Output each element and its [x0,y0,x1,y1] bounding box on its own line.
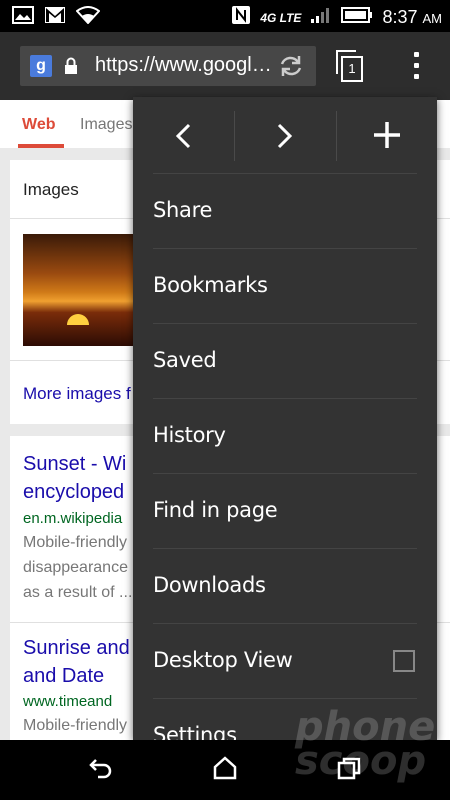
status-right: 4G LTE 8:37 AM [231,5,442,30]
gmail-icon [44,6,66,29]
status-bar: 4G LTE 8:37 AM [0,0,450,32]
back-icon[interactable] [88,756,114,785]
overflow-dot-1 [414,52,419,57]
clock-ampm: AM [422,11,443,26]
overflow-dot-2 [414,63,419,68]
tab-web-indicator [18,144,64,148]
more-images-link[interactable]: More images f [23,384,131,404]
checkbox-icon[interactable] [393,650,415,672]
network-type: 4G LTE [260,10,302,25]
result-title[interactable]: Sunset - Wi encycloped [23,450,126,506]
nfc-icon [231,5,251,30]
menu-item-label: History [153,423,226,447]
tab-count: 1 [341,56,363,82]
forward-arrow-icon [275,123,295,154]
menu-item-label: Desktop View [153,648,293,672]
browser-toolbar: g https://www.googl… 1 [0,32,450,100]
result-snippet: Mobile-friendly [23,713,127,738]
result-snippet-line: Mobile-friendly [23,534,128,551]
tabs-icon[interactable]: 1 [336,50,364,82]
result-title[interactable]: Sunrise and and Date [23,634,130,690]
omnibox[interactable]: g https://www.googl… [20,46,316,86]
new-tab-icon [373,121,401,154]
tab-images[interactable]: Images [80,116,132,134]
menu-item-label: Share [153,198,213,222]
result-title-line: Sunrise and [23,637,130,659]
new-tab-button[interactable] [337,97,437,173]
sunset-thumbnail[interactable] [23,234,135,346]
menu-item-find-in-page[interactable]: Find in page [153,473,417,549]
result-snippet-line: disappearance [23,559,128,576]
wifi-icon [75,6,101,29]
result-title-line: and Date [23,665,105,687]
tab-web[interactable]: Web [22,116,55,134]
overflow-dot-3 [414,74,419,79]
menu-item-bookmarks[interactable]: Bookmarks [153,248,417,324]
watermark: phone scoop [295,707,435,784]
result-url: www.timeand [23,693,113,710]
menu-item-label: Find in page [153,498,278,522]
clock: 8:37 AM [382,7,442,28]
menu-item-label: Bookmarks [153,273,268,297]
menu-item-desktop-view[interactable]: Desktop View [153,623,417,699]
menu-item-share[interactable]: Share [153,173,417,249]
sun-shape [67,314,89,325]
menu-item-saved[interactable]: Saved [153,323,417,399]
status-left [12,6,101,29]
watermark-line: scoop [295,738,427,784]
back-arrow-icon [173,123,193,154]
menu-item-history[interactable]: History [153,398,417,474]
url-text[interactable]: https://www.googl… [95,54,272,77]
result-snippet-line: as a result of ... [23,584,133,601]
signal-icon [310,6,332,29]
reload-icon[interactable] [278,54,304,83]
result-url: en.m.wikipedia [23,510,123,527]
lock-icon [64,57,78,80]
overflow-icon[interactable] [404,50,428,82]
home-icon[interactable] [212,756,238,785]
google-icon: g [30,55,52,77]
menu-item-label: Saved [153,348,217,372]
menu-nav-row [133,97,437,173]
menu-item-label: Settings [153,723,237,740]
battery-icon [341,6,373,29]
result-snippet: Mobile-friendly disappearance as a resul… [23,530,132,605]
forward-button[interactable] [235,97,335,173]
clock-time: 8:37 [382,7,418,27]
result-title-line: Sunset - Wi [23,453,127,475]
back-button[interactable] [133,97,233,173]
result-title-line: encycloped [23,481,125,503]
menu-item-downloads[interactable]: Downloads [153,548,417,624]
result-snippet-line: Mobile-friendly [23,717,128,734]
image-icon [12,6,34,29]
overflow-menu: Share Bookmarks Saved History Find in pa… [133,97,437,740]
menu-item-label: Downloads [153,573,266,597]
images-card-header: Images [23,180,79,199]
